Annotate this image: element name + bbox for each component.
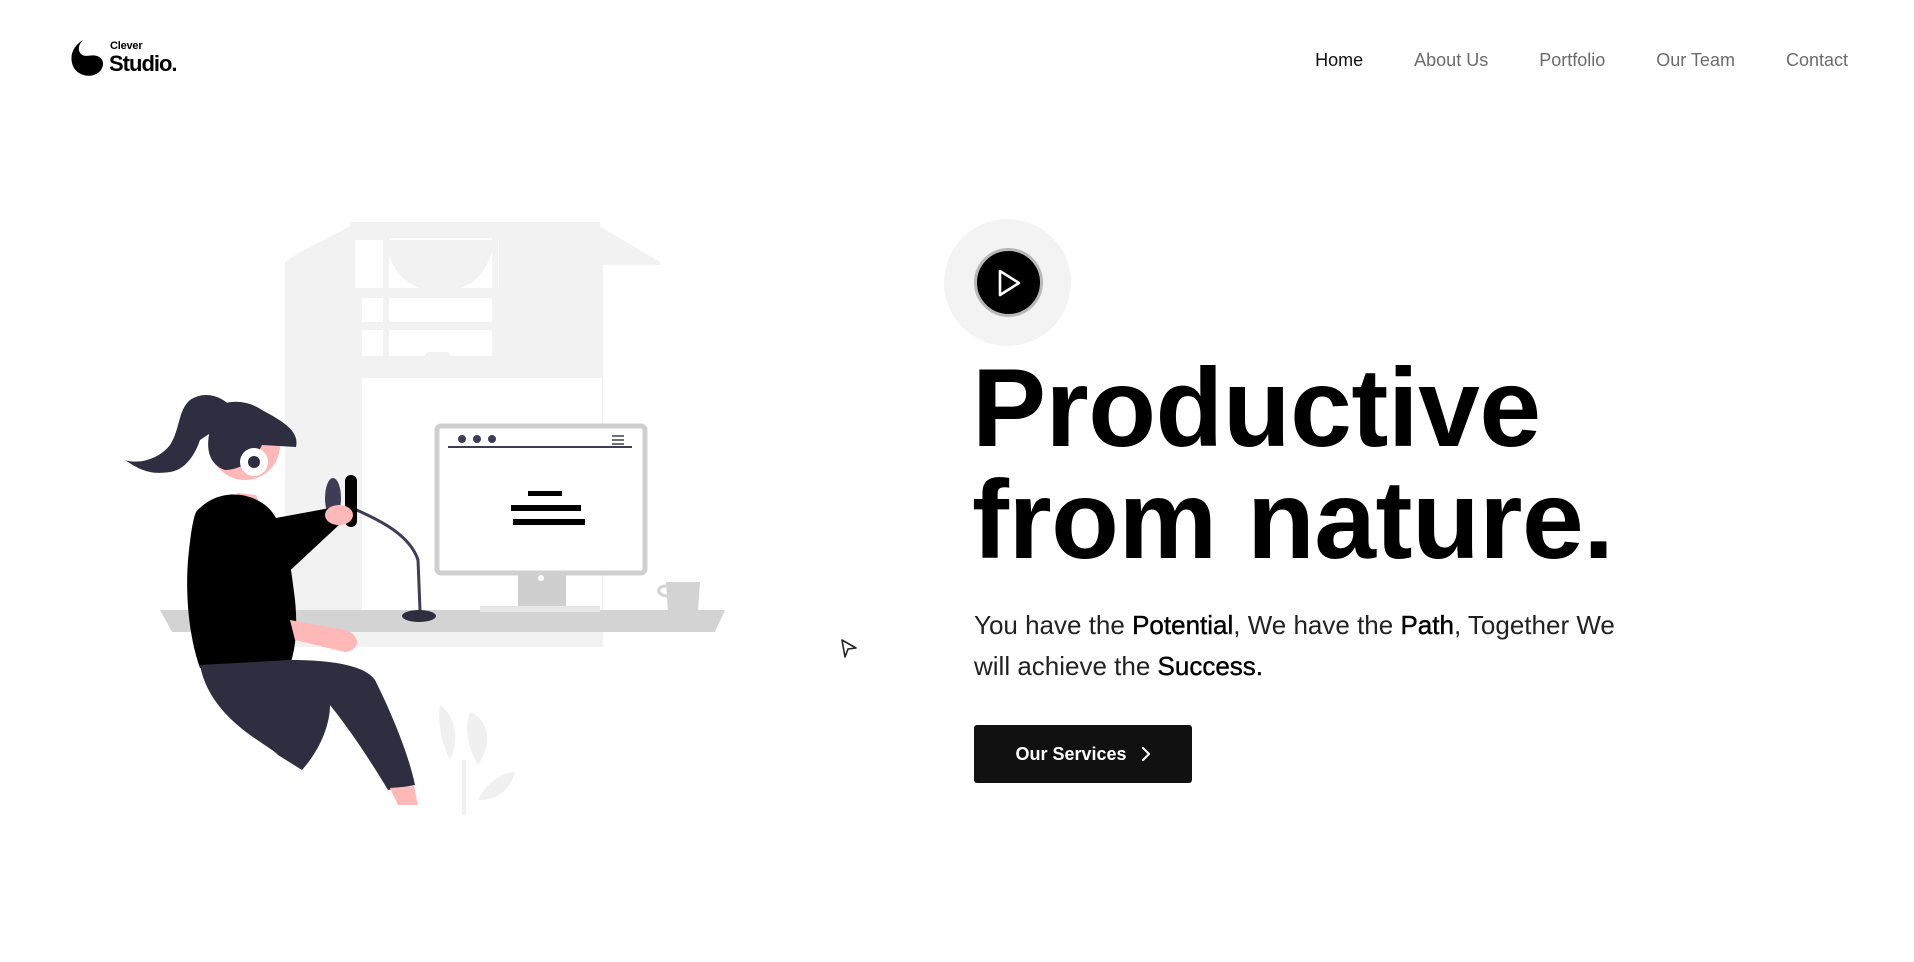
subtitle-bold-success: Success. [1157,651,1264,681]
play-icon [998,269,1020,296]
nav-contact[interactable]: Contact [1786,50,1848,71]
logo[interactable]: Clever Studio. [69,38,178,78]
cursor-pointer-icon [841,639,857,658]
nav-portfolio[interactable]: Portfolio [1539,50,1605,71]
play-button[interactable] [974,248,1043,317]
our-services-button[interactable]: Our Services [974,725,1192,783]
nav-home[interactable]: Home [1315,50,1363,71]
nav-about-us[interactable]: About Us [1414,50,1488,71]
hero-subtitle: You have the Potential, We have the Path… [974,605,1654,687]
hero-title-line1: Productive [972,346,1541,470]
subtitle-bold-potential: Potential [1132,610,1234,640]
chevron-right-icon [1141,747,1150,761]
subtitle-bold-path: Path [1400,610,1454,640]
logo-mark-icon [71,40,104,76]
subtitle-part2: , We have the [1233,610,1401,640]
logo-text: Clever Studio. [109,41,178,76]
logo-big-text: Studio. [109,51,178,76]
main-nav: Home About Us Portfolio Our Team Contact [1315,50,1848,71]
our-services-label: Our Services [1015,743,1127,764]
hero-title-line2: from nature. [972,458,1614,582]
hero-title: Productive from nature. [972,352,1614,576]
nav-our-team[interactable]: Our Team [1656,50,1735,71]
subtitle-part1: You have the [974,610,1133,640]
podcaster-illustration [125,222,725,815]
hero-illustration [115,210,735,825]
